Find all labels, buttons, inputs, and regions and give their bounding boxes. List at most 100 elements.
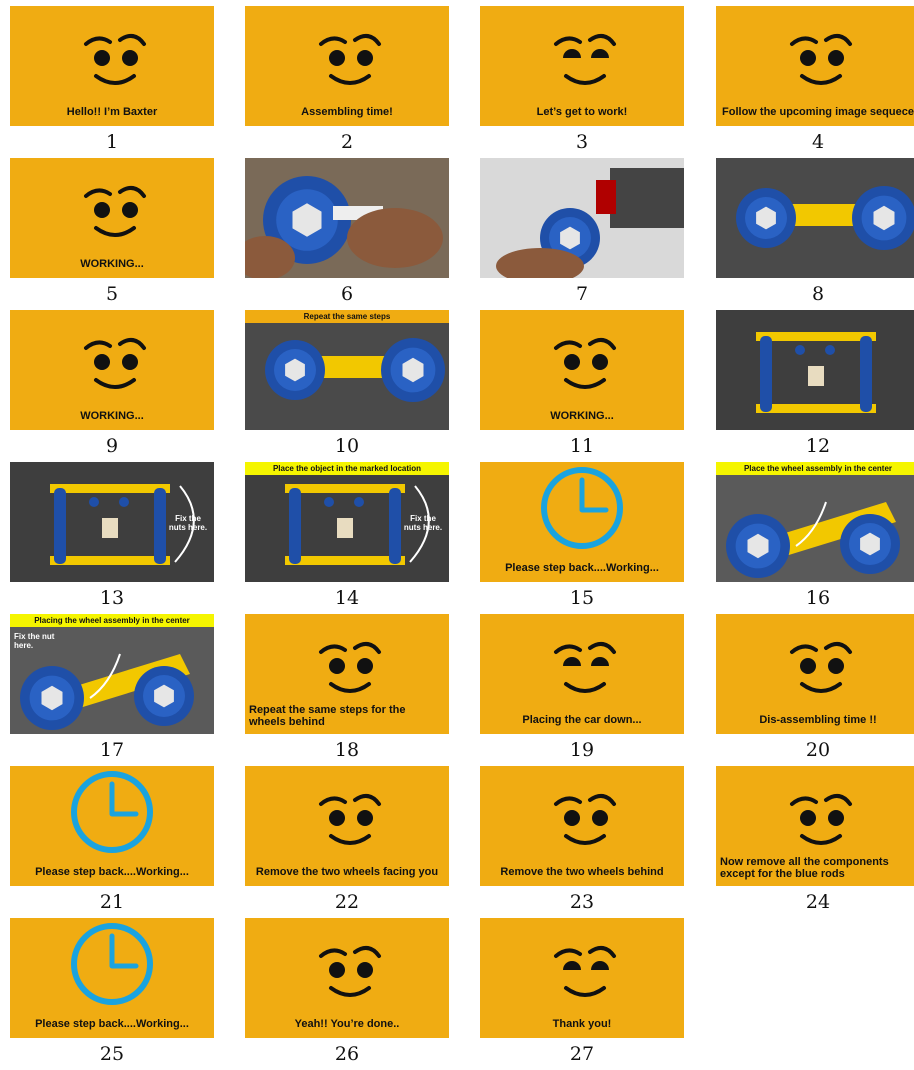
frame-number: 4: [811, 131, 825, 153]
left-eye: [94, 202, 110, 218]
photo-panel: [480, 158, 684, 278]
frame-6: 6: [245, 158, 449, 305]
photo-panel: Fix the nuts here.: [10, 462, 214, 582]
screen-panel: Remove the two wheels facing you: [245, 766, 449, 886]
frame-5: WORKING... 5: [10, 158, 214, 305]
left-eyebrow: [319, 36, 347, 46]
right-eyebrow: [824, 793, 852, 806]
left-eye: [563, 657, 581, 666]
frame-12: 12: [716, 310, 914, 457]
frame-number: 12: [805, 435, 831, 457]
frame-caption: Please step back....Working...: [35, 1018, 189, 1030]
smile: [564, 834, 606, 845]
left-eye: [563, 49, 581, 58]
smile: [329, 834, 371, 845]
right-eyebrow: [353, 945, 381, 958]
frame-number: 6: [340, 283, 354, 305]
smile: [94, 226, 136, 237]
right-eyebrow: [118, 33, 146, 46]
frame-number: 27: [569, 1043, 595, 1065]
left-eyebrow: [84, 36, 112, 46]
yellow-bar: [285, 484, 405, 493]
right-eye: [357, 658, 373, 674]
frame-20: Dis-assembling time !! 20: [716, 614, 914, 761]
photo-panel: Place the object in the marked location F…: [245, 462, 449, 582]
blue-rod: [154, 488, 166, 564]
frame-4: Follow the upcoming image sequece 4: [716, 6, 914, 153]
blue-rod: [289, 488, 301, 564]
photo: [716, 158, 914, 278]
frame-note: Fix the nuts here.: [168, 514, 208, 532]
yellow-bar: [285, 556, 405, 565]
clock-hands: [109, 933, 139, 969]
screen-panel: Dis-assembling time !!: [716, 614, 914, 734]
smile: [329, 74, 371, 85]
right-eyebrow: [118, 337, 146, 350]
frame-caption: Follow the upcoming image sequece: [722, 106, 914, 118]
frame-number: 19: [569, 739, 595, 761]
frame-number: 20: [805, 739, 831, 761]
right-eyebrow: [118, 185, 146, 198]
smile: [564, 378, 606, 389]
frame-11: WORKING... 11: [480, 310, 684, 457]
left-eye: [563, 961, 581, 970]
right-eye: [357, 50, 373, 66]
smile: [800, 74, 842, 85]
frame-number: 26: [334, 1043, 360, 1065]
right-eyebrow: [588, 33, 616, 46]
frame-26: Yeah!! You’re done.. 26: [245, 918, 449, 1065]
screen-panel: Let’s get to work!: [480, 6, 684, 126]
smile: [564, 682, 606, 693]
smile: [564, 986, 606, 997]
left-eye: [94, 354, 110, 370]
left-eye: [800, 658, 816, 674]
right-eye: [122, 50, 138, 66]
frame-number: 2: [340, 131, 354, 153]
nut: [119, 497, 129, 507]
frame-number: 18: [334, 739, 360, 761]
frame-caption: Assembling time!: [301, 106, 393, 118]
frame-caption: WORKING...: [80, 258, 144, 270]
blue-rod: [860, 336, 872, 412]
right-eye: [591, 961, 609, 970]
frame-number: 23: [569, 891, 595, 913]
frame-23: Remove the two wheels behind 23: [480, 766, 684, 913]
screen-panel: Remove the two wheels behind: [480, 766, 684, 886]
frame-number: 5: [105, 283, 119, 305]
frame-number: 17: [99, 739, 125, 761]
blue-rod: [389, 488, 401, 564]
clock-hands: [109, 781, 139, 817]
tape-mark: [808, 366, 824, 386]
right-eye: [122, 202, 138, 218]
smile: [329, 986, 371, 997]
right-eye: [592, 810, 608, 826]
frame-number: 13: [99, 587, 125, 609]
frame-caption: Please step back....Working...: [505, 562, 659, 574]
left-eyebrow: [554, 948, 582, 958]
frame-banner: Placing the wheel assembly in the center: [10, 614, 214, 627]
screen-panel: Please step back....Working...: [10, 918, 214, 1038]
frame-caption: WORKING...: [80, 410, 144, 422]
photo-panel: Repeat the same steps: [245, 310, 449, 430]
frame-13: Fix the nuts here. 13: [10, 462, 214, 609]
left-eye: [564, 354, 580, 370]
frame-caption: Placing the car down...: [522, 714, 642, 726]
left-eyebrow: [84, 188, 112, 198]
frame-caption: Let’s get to work!: [536, 106, 628, 118]
frame-number: 14: [334, 587, 360, 609]
left-eyebrow: [790, 36, 818, 46]
screen-panel: Now remove all the components except for…: [716, 766, 914, 886]
frame-note: Fix the nuts here.: [403, 514, 443, 532]
smile: [800, 834, 842, 845]
frame-15: Please step back....Working... 15: [480, 462, 684, 609]
right-eye: [828, 658, 844, 674]
tape-mark: [337, 518, 353, 538]
left-eye: [329, 962, 345, 978]
right-eye: [122, 354, 138, 370]
left-eye: [329, 810, 345, 826]
frame-caption: Hello!! I’m Baxter: [66, 106, 158, 118]
blue-rod: [54, 488, 66, 564]
yellow-bar: [50, 484, 170, 493]
smile: [564, 74, 606, 85]
right-eye: [357, 810, 373, 826]
